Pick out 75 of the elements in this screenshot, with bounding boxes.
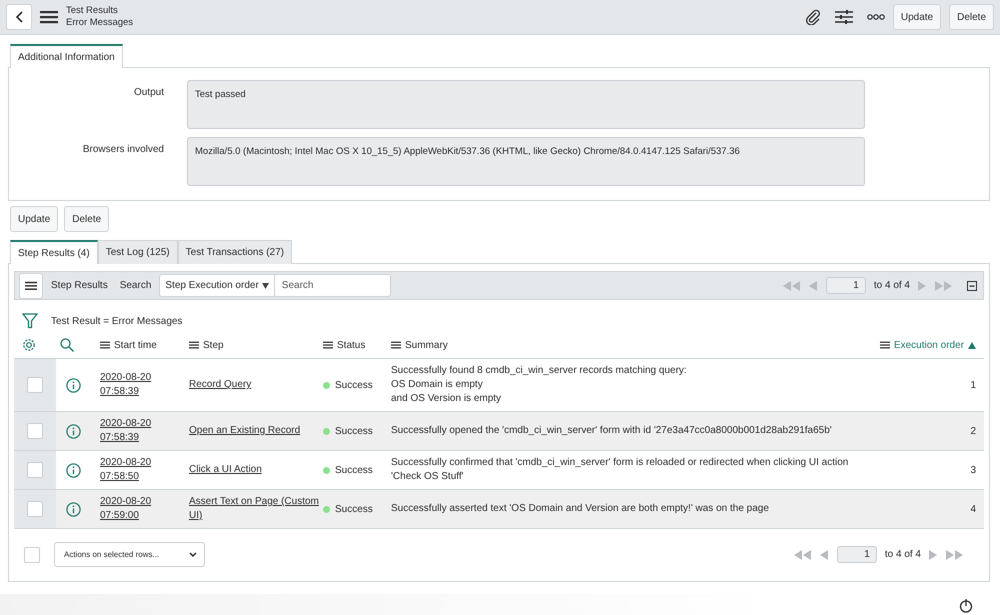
form-tab[interactable]: Additional Information xyxy=(10,44,123,68)
menu-icon xyxy=(880,341,890,349)
status-text: Success xyxy=(335,426,373,436)
menu-icon xyxy=(391,341,401,349)
chevron-down-icon xyxy=(189,552,197,558)
start-time-link[interactable]: 2020-08-20 07:58:50 xyxy=(100,456,152,484)
summary-text: Successfully asserted text 'OS Domain and Version are both empty!' was on the page xyxy=(391,502,770,516)
search-label: Search xyxy=(120,280,152,291)
sliders-icon[interactable] xyxy=(834,9,853,25)
info-icon[interactable] xyxy=(66,462,81,478)
page-field[interactable]: 1 xyxy=(826,277,866,294)
window-title: Test Results xyxy=(66,5,119,17)
header-button[interactable]: Update xyxy=(892,4,942,30)
search-field[interactable]: Search xyxy=(274,274,391,297)
column-header[interactable]: Status xyxy=(337,340,366,350)
column-header[interactable]: Summary xyxy=(405,340,448,350)
summary-text: Successfully found 8 cmdb_ci_win_server records matching query: OS Domain is empty and OS Version is empty xyxy=(391,364,688,406)
step-link[interactable]: Record Query xyxy=(189,378,252,392)
menu-icon xyxy=(100,341,110,349)
list-tab[interactable]: Test Log (125) xyxy=(98,240,178,264)
page-field[interactable]: 1 xyxy=(836,546,877,563)
actions-dropdown[interactable]: Actions on selected rows... xyxy=(54,542,205,567)
status-text: Success xyxy=(335,380,373,390)
back-icon xyxy=(15,11,23,23)
menu-icon xyxy=(323,341,333,349)
list-tab[interactable]: Step Results (4) xyxy=(10,240,98,264)
field-label: Output xyxy=(132,86,164,98)
list-menu-button[interactable] xyxy=(19,272,43,298)
info-icon[interactable] xyxy=(66,502,81,516)
dropdown-icon xyxy=(262,282,269,288)
row-checkbox[interactable] xyxy=(27,462,43,478)
window-subtitle: Error Messages xyxy=(66,17,134,29)
form-button[interactable]: Delete xyxy=(64,206,110,232)
settings-icon[interactable] xyxy=(22,338,36,352)
collapse-icon[interactable] xyxy=(967,280,977,290)
menu-icon xyxy=(189,341,199,349)
search-icon[interactable] xyxy=(60,338,74,352)
column-header[interactable]: Step xyxy=(203,340,224,350)
info-icon[interactable] xyxy=(66,378,81,392)
execution-order: 4 xyxy=(970,504,976,514)
page-range: to 4 of 4 xyxy=(874,280,910,291)
step-link[interactable]: Click a UI Action xyxy=(189,463,262,477)
summary-text: Successfully opened the 'cmdb_ci_win_server' form with id '27e3a47cc0a8000b001d28ab291fa65b' xyxy=(391,424,833,438)
paperclip-icon[interactable] xyxy=(804,9,821,25)
summary-text: Successfully confirmed that 'cmdb_ci_win_server' form is reloaded or redirected when clicking UI action 'Check OS Stuff' xyxy=(391,456,850,484)
column-header[interactable]: Start time xyxy=(114,340,157,350)
status-text: Success xyxy=(335,464,373,476)
menu-icon xyxy=(40,10,58,24)
list-title: Step Results xyxy=(51,280,108,291)
header-button[interactable]: Delete xyxy=(949,4,994,30)
execution-order: 1 xyxy=(970,380,976,390)
select-all-checkbox[interactable] xyxy=(24,546,40,562)
row-checkbox[interactable] xyxy=(27,423,43,439)
search-field-dropdown[interactable]: Step Execution order xyxy=(159,274,275,297)
text-field[interactable]: Test passed xyxy=(187,80,865,129)
filter-icon[interactable] xyxy=(22,313,38,329)
form-button[interactable]: Update xyxy=(10,206,58,232)
menu-icon xyxy=(25,280,37,290)
text-field[interactable]: Mozilla/5.0 (Macintosh; Intel Mac OS X 10_15_5) AppleWebKit/537.36 (KHTML, like Gecko) Chrome/84.0.4147.125 Safari/537.36 xyxy=(187,137,865,186)
row-checkbox[interactable] xyxy=(27,501,43,517)
timer-icon[interactable] xyxy=(959,598,973,613)
info-icon[interactable] xyxy=(66,424,81,438)
more-icon[interactable] xyxy=(866,14,885,20)
row-checkbox[interactable] xyxy=(27,377,43,393)
back-button[interactable] xyxy=(6,4,32,30)
column-header[interactable]: Execution order xyxy=(894,340,964,350)
sort-ascending-icon[interactable] xyxy=(968,342,976,348)
list-tab[interactable]: Test Transactions (27) xyxy=(178,240,292,264)
status-text: Success xyxy=(335,504,373,514)
execution-order: 2 xyxy=(970,426,976,436)
filter-condition[interactable]: Test Result = Error Messages xyxy=(51,316,182,326)
execution-order: 3 xyxy=(970,464,976,476)
page-range: to 4 of 4 xyxy=(884,549,921,560)
start-time-link[interactable]: 2020-08-20 07:58:39 xyxy=(100,371,152,399)
field-label: Browsers involved xyxy=(82,143,164,155)
